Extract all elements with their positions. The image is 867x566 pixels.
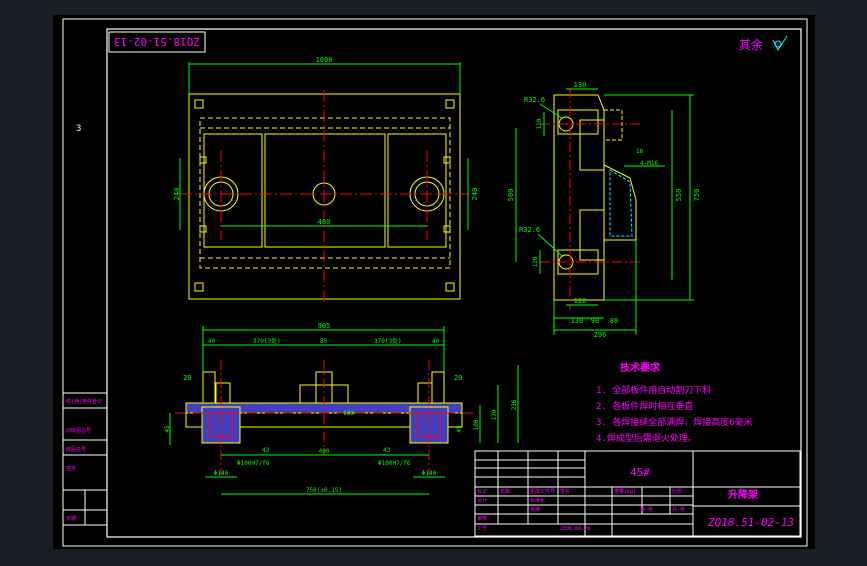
svg-text:Φ30: Φ30 bbox=[343, 410, 354, 417]
svg-text:130: 130 bbox=[571, 317, 584, 325]
svg-text:296: 296 bbox=[594, 331, 607, 339]
svg-text:标记: 标记 bbox=[477, 488, 487, 495]
svg-text:40: 40 bbox=[208, 338, 216, 345]
svg-text:120: 120 bbox=[536, 118, 543, 129]
svg-text:370(3处): 370(3处) bbox=[253, 337, 281, 345]
svg-text:80: 80 bbox=[610, 317, 618, 325]
svg-text:R32.6: R32.6 bbox=[519, 226, 540, 234]
svg-text:底图总号: 底图总号 bbox=[66, 446, 86, 453]
svg-text:日期: 日期 bbox=[66, 516, 76, 522]
tech-req-item-3: 3. 各焊接缝全部满焊，焊接高度6毫米 bbox=[596, 416, 753, 428]
svg-text:170: 170 bbox=[491, 409, 498, 420]
svg-text:43: 43 bbox=[262, 447, 270, 454]
svg-text:40: 40 bbox=[432, 338, 440, 345]
svg-text:85: 85 bbox=[320, 338, 328, 345]
svg-text:Φ100H7/f6: Φ100H7/f6 bbox=[378, 460, 411, 467]
tech-req-item-1: 1. 全部板件用自动割刀下料 bbox=[596, 384, 711, 396]
svg-text:批准: 批准 bbox=[530, 506, 540, 513]
svg-text:130: 130 bbox=[574, 81, 587, 89]
svg-text:240: 240 bbox=[471, 188, 479, 201]
svg-text:100: 100 bbox=[473, 419, 480, 430]
svg-text:2006.04.28: 2006.04.28 bbox=[560, 526, 590, 532]
part-name: 升降架 bbox=[728, 488, 758, 501]
svg-text:Φ140: Φ140 bbox=[214, 470, 229, 477]
svg-text:20: 20 bbox=[454, 374, 462, 382]
drawing-canvas: 3 ZQ18.51-02-13 其余 1000 240 240 400 130 … bbox=[53, 15, 815, 549]
svg-text:370(3处): 370(3处) bbox=[374, 337, 402, 345]
svg-text:120: 120 bbox=[574, 297, 587, 305]
svg-text:550: 550 bbox=[675, 189, 683, 202]
svg-text:45: 45 bbox=[456, 425, 463, 433]
svg-text:500: 500 bbox=[507, 189, 515, 202]
svg-text:Φ140: Φ140 bbox=[422, 470, 437, 477]
rotated-drawing-number: ZQ18.51-02-13 bbox=[114, 35, 200, 48]
svg-text:签字: 签字 bbox=[66, 465, 76, 472]
svg-text:Φ100H7/f6: Φ100H7/f6 bbox=[237, 460, 270, 467]
paper-sheet bbox=[53, 15, 815, 549]
svg-text:750(±0.15): 750(±0.15) bbox=[306, 487, 342, 494]
svg-text:审核: 审核 bbox=[477, 515, 487, 522]
svg-text:第 张: 第 张 bbox=[640, 506, 653, 513]
svg-text:借(通)用件登记: 借(通)用件登记 bbox=[66, 398, 102, 405]
svg-text:120: 120 bbox=[532, 256, 539, 267]
svg-text:重量(kg): 重量(kg) bbox=[614, 488, 636, 495]
svg-text:R32.6: R32.6 bbox=[524, 96, 545, 104]
drawing-number: ZQ18.51-02-13 bbox=[707, 516, 794, 529]
svg-text:905: 905 bbox=[318, 322, 331, 330]
tech-req-title: 技术要求 bbox=[620, 361, 661, 374]
svg-text:16: 16 bbox=[636, 148, 644, 155]
tech-req-item-4: 4.焊成型后需退火处理。 bbox=[596, 432, 697, 444]
svg-text:90: 90 bbox=[591, 317, 599, 325]
svg-text:1000: 1000 bbox=[316, 56, 333, 64]
svg-text:45: 45 bbox=[164, 425, 171, 433]
svg-text:共 张: 共 张 bbox=[672, 506, 685, 513]
svg-text:236: 236 bbox=[511, 399, 518, 410]
svg-text:标准化: 标准化 bbox=[530, 497, 545, 504]
svg-text:工艺: 工艺 bbox=[477, 526, 487, 532]
material-text: 45# bbox=[630, 466, 650, 479]
svg-text:旧底图总号: 旧底图总号 bbox=[66, 427, 91, 434]
svg-text:400: 400 bbox=[319, 448, 330, 455]
svg-text:比例: 比例 bbox=[672, 488, 682, 495]
cad-viewport: 3 ZQ18.51-02-13 其余 1000 240 240 400 130 … bbox=[0, 0, 867, 562]
svg-text:20: 20 bbox=[183, 374, 191, 382]
svg-text:签名: 签名 bbox=[560, 488, 570, 495]
svg-text:处数: 处数 bbox=[500, 488, 510, 495]
tech-req-item-2: 2. 各板件焊时相互垂直 bbox=[596, 400, 693, 412]
svg-text:240: 240 bbox=[173, 188, 181, 201]
svg-text:750: 750 bbox=[693, 189, 701, 202]
sheet-number: 3 bbox=[76, 124, 81, 134]
surface-finish-note: 其余 bbox=[739, 37, 763, 52]
svg-text:更改文件号: 更改文件号 bbox=[530, 488, 555, 495]
svg-text:43: 43 bbox=[383, 447, 391, 454]
svg-text:设计: 设计 bbox=[477, 497, 487, 504]
svg-text:400: 400 bbox=[318, 218, 331, 226]
